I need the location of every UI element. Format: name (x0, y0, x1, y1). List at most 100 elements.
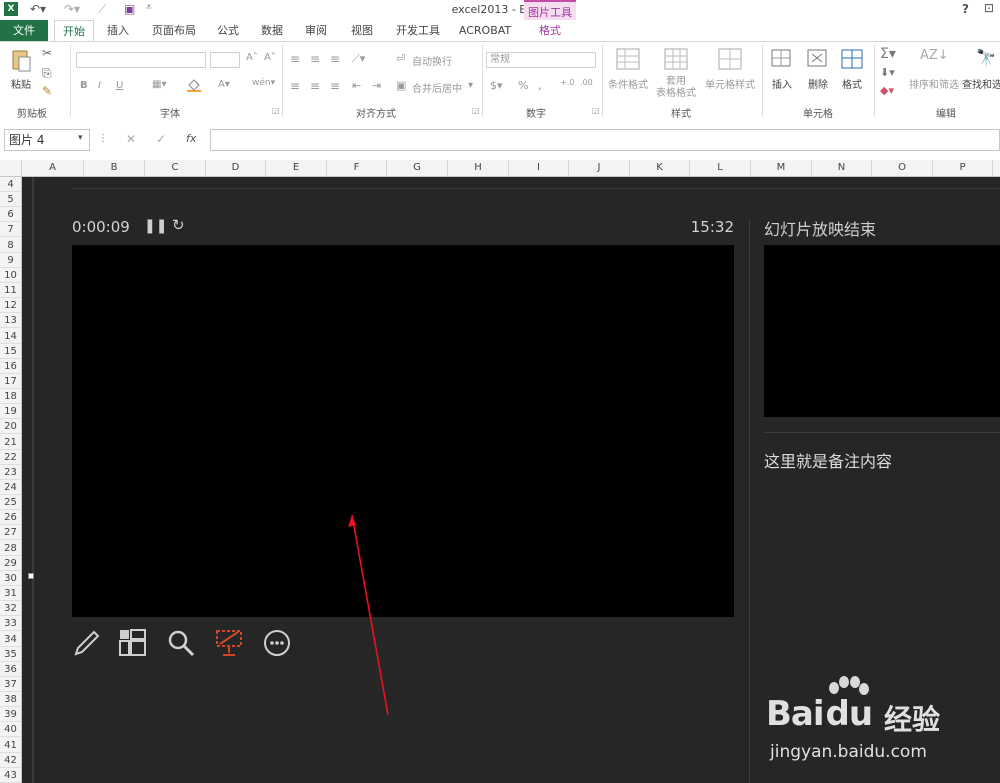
delete-cells-icon[interactable] (806, 48, 830, 73)
zoom-icon[interactable] (166, 628, 196, 658)
column-header[interactable]: N (812, 160, 872, 176)
merge-dropdown-icon[interactable]: ▾ (468, 80, 473, 91)
autosum-icon[interactable]: Σ▾ (880, 46, 896, 62)
column-header[interactable]: C (145, 160, 206, 176)
row-header[interactable]: 35 (0, 647, 21, 662)
restart-timer-icon[interactable]: ↻ (172, 216, 185, 234)
row-header[interactable]: 4 (0, 177, 21, 192)
cut-icon[interactable]: ✂ (42, 46, 52, 60)
align-middle-icon[interactable]: ≡ (310, 52, 320, 66)
number-format-combo[interactable]: 常规 (486, 52, 596, 68)
row-header[interactable]: 33 (0, 616, 21, 632)
increase-indent-icon[interactable]: ⇥ (372, 79, 381, 92)
font-size-combo[interactable] (210, 52, 240, 68)
selection-handle[interactable] (28, 573, 34, 579)
number-dialog-icon[interactable]: ◲ (592, 106, 600, 115)
row-header[interactable]: 34 (0, 632, 21, 647)
shrink-font-icon[interactable]: A˅ (264, 52, 276, 63)
tab-formulas[interactable]: 公式 (210, 20, 246, 42)
find-select-button[interactable]: 查找和选 (962, 76, 1000, 91)
row-header[interactable]: 40 (0, 722, 21, 738)
borders-icon[interactable]: ▦▾ (152, 79, 166, 90)
row-header[interactable]: 36 (0, 662, 21, 677)
next-slide-preview[interactable] (764, 245, 1000, 417)
sort-filter-button[interactable]: 排序和筛选 (906, 76, 962, 91)
format-cells-icon[interactable] (840, 46, 864, 73)
row-header[interactable]: 29 (0, 556, 21, 571)
more-options-icon[interactable] (262, 628, 292, 658)
find-select-icon[interactable]: 🔭 (976, 48, 996, 67)
conditional-format-icon[interactable] (616, 48, 640, 73)
insert-cells-icon[interactable] (770, 48, 794, 73)
row-header[interactable]: 25 (0, 495, 21, 511)
cancel-icon[interactable]: ✕ (126, 132, 136, 146)
help-button[interactable]: ? (962, 2, 969, 16)
column-header[interactable]: F (327, 160, 387, 176)
increase-decimal-icon[interactable]: +.0 (560, 78, 574, 87)
row-header[interactable]: 9 (0, 253, 21, 268)
tab-format[interactable]: 格式 (524, 20, 576, 42)
underline-button[interactable]: U (116, 80, 123, 91)
tab-page-layout[interactable]: 页面布局 (146, 20, 202, 42)
tab-developer[interactable]: 开发工具 (390, 20, 446, 42)
column-header[interactable]: J (569, 160, 630, 176)
row-header[interactable]: 10 (0, 268, 21, 283)
tab-file[interactable]: 文件 (0, 20, 48, 42)
row-header[interactable]: 5 (0, 192, 21, 208)
align-center-icon[interactable]: ≡ (310, 79, 320, 93)
fill-color-icon[interactable] (186, 78, 202, 95)
column-header[interactable]: I (509, 160, 569, 176)
tab-data[interactable]: 数据 (254, 20, 290, 42)
row-header[interactable]: 6 (0, 207, 21, 223)
insert-cells-button[interactable]: 插入 (766, 76, 798, 91)
align-top-icon[interactable]: ≡ (290, 52, 300, 66)
row-header[interactable]: 26 (0, 510, 21, 526)
formula-bar-options-icon[interactable]: ⋮ (98, 133, 108, 144)
row-header[interactable]: 42 (0, 753, 21, 768)
wrap-text-icon[interactable]: ⏎ (396, 52, 405, 65)
italic-button[interactable]: I (98, 80, 101, 91)
tab-insert[interactable]: 插入 (100, 20, 136, 42)
cell-styles-button[interactable]: 单元格样式 (702, 76, 758, 91)
row-header[interactable]: 17 (0, 374, 21, 389)
black-screen-icon[interactable] (214, 628, 244, 658)
row-header[interactable]: 32 (0, 601, 21, 617)
comma-style-icon[interactable]: , (538, 78, 542, 92)
row-header[interactable]: 38 (0, 692, 21, 708)
column-header[interactable]: B (84, 160, 145, 176)
column-header[interactable]: L (690, 160, 751, 176)
format-cells-button[interactable]: 格式 (836, 76, 868, 91)
delete-cells-button[interactable]: 删除 (802, 76, 834, 91)
row-header[interactable]: 27 (0, 525, 21, 541)
row-header[interactable]: 31 (0, 586, 21, 602)
align-right-icon[interactable]: ≡ (330, 79, 340, 93)
paste-icon[interactable] (10, 48, 32, 72)
name-box-dropdown-icon[interactable]: ▾ (78, 133, 83, 143)
phonetic-icon[interactable]: wén▾ (252, 78, 275, 88)
orientation-icon[interactable]: ⟋▾ (352, 52, 365, 66)
column-header[interactable]: P (933, 160, 993, 176)
pen-icon[interactable] (72, 628, 102, 658)
column-header[interactable]: M (751, 160, 812, 176)
conditional-format-button[interactable]: 条件格式 (604, 76, 652, 91)
current-slide[interactable] (72, 245, 734, 617)
table-format-icon[interactable] (664, 48, 688, 73)
row-header[interactable]: 43 (0, 768, 21, 783)
row-header[interactable]: 7 (0, 222, 21, 238)
wrap-text-button[interactable]: 自动换行 (412, 53, 452, 68)
row-header[interactable]: 11 (0, 283, 21, 299)
row-header[interactable]: 30 (0, 571, 21, 586)
row-header[interactable]: 13 (0, 313, 21, 329)
decrease-indent-icon[interactable]: ⇤ (352, 79, 361, 92)
row-header[interactable]: 23 (0, 465, 21, 480)
row-header[interactable]: 20 (0, 419, 21, 435)
column-header[interactable]: K (630, 160, 690, 176)
select-all-corner[interactable] (0, 160, 22, 176)
row-header[interactable]: 21 (0, 435, 21, 450)
fill-icon[interactable]: ⬇▾ (880, 66, 895, 79)
cell-styles-icon[interactable] (718, 48, 742, 73)
ribbon-options-icon[interactable]: ⊡ (984, 1, 994, 15)
bold-button[interactable]: B (80, 80, 88, 91)
row-header[interactable]: 18 (0, 389, 21, 405)
align-left-icon[interactable]: ≡ (290, 79, 300, 93)
